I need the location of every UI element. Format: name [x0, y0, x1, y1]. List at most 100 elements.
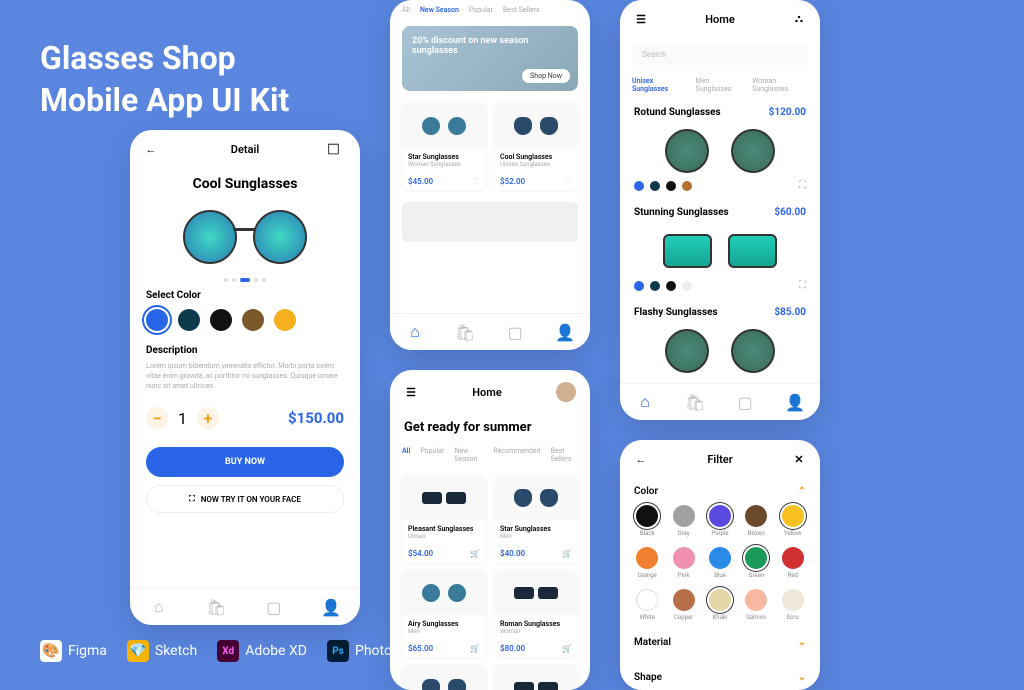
filter-color-option[interactable]: Purple	[707, 505, 733, 537]
nav-bookmark-icon[interactable]: ▢	[737, 394, 753, 410]
bookmark-icon[interactable]: ⃞	[332, 142, 346, 156]
tab[interactable]: Unisex Sunglasses	[632, 77, 686, 93]
cart-icon[interactable]: 🛒	[470, 549, 480, 558]
color-swatch[interactable]	[745, 547, 767, 569]
filter-color-option[interactable]: Copper	[670, 589, 696, 621]
product-list-item[interactable]: Stunning Sunglasses $60.00 ⛶	[620, 199, 820, 299]
color-swatch[interactable]	[782, 547, 804, 569]
back-icon[interactable]: ←	[144, 142, 158, 156]
heart-icon[interactable]: ♡	[565, 177, 572, 186]
color-swatch[interactable]	[634, 181, 644, 191]
filter-color-option[interactable]: Green	[743, 547, 769, 579]
filter-color-option[interactable]: Brown	[743, 505, 769, 537]
tab-best-sellers[interactable]: Best Sellers	[503, 6, 540, 14]
tab[interactable]: Popular	[420, 447, 444, 463]
nav-bag-icon[interactable]: 🛍	[457, 324, 473, 340]
color-swatch[interactable]	[745, 505, 767, 527]
nav-home-icon[interactable]: ⌂	[637, 394, 653, 410]
tab-new-season[interactable]: New Season	[420, 6, 459, 14]
nav-bag-icon[interactable]: 🛍	[687, 394, 703, 410]
color-swatch[interactable]	[673, 505, 695, 527]
promo-banner[interactable]: 20% discount on new season sunglasses Sh…	[402, 26, 578, 91]
color-swatch[interactable]	[666, 181, 676, 191]
product-card[interactable]: Clas Sunglasses 🛒	[494, 665, 578, 690]
filter-color-option[interactable]: Red	[780, 547, 806, 579]
color-swatch[interactable]	[709, 589, 731, 611]
color-swatch[interactable]	[782, 589, 804, 611]
nav-home-icon[interactable]: ⌂	[151, 599, 167, 615]
back-icon[interactable]: ←	[634, 452, 648, 466]
nav-bag-icon[interactable]: 🛍	[208, 599, 224, 615]
filter-color-option[interactable]: Salmon	[743, 589, 769, 621]
nav-bookmark-icon[interactable]: ▢	[266, 599, 282, 615]
search-input[interactable]: Search	[632, 44, 808, 65]
nav-home-icon[interactable]: ⌂	[407, 324, 423, 340]
filter-section-material[interactable]: Material⌄	[634, 637, 806, 648]
color-swatch[interactable]	[178, 309, 200, 331]
menu-icon[interactable]: ☰	[404, 385, 418, 399]
color-swatch[interactable]	[673, 547, 695, 569]
color-swatch[interactable]	[636, 547, 658, 569]
nav-profile-icon[interactable]: 👤	[557, 324, 573, 340]
qty-minus[interactable]: −	[146, 407, 168, 429]
tab-popular[interactable]: Popular	[469, 6, 493, 14]
filter-color-option[interactable]: Orange	[634, 547, 660, 579]
filter-color-option[interactable]: Blue	[707, 547, 733, 579]
color-swatch[interactable]	[650, 181, 660, 191]
shop-now-button[interactable]: Shop Now	[522, 69, 570, 83]
product-card[interactable]: Cool Sunglasses Unisex 🛒	[402, 665, 486, 690]
cart-icon[interactable]: 🛒	[562, 644, 572, 653]
color-swatch[interactable]	[636, 589, 658, 611]
filter-section-shape[interactable]: Shape⌄	[634, 672, 806, 683]
tab[interactable]: Recommended	[493, 447, 540, 463]
nav-profile-icon[interactable]: 👤	[787, 394, 803, 410]
product-card[interactable]: Pleasant Sunglasses Unisex $54.00 🛒	[402, 475, 486, 562]
filter-color-option[interactable]: Ecru	[780, 589, 806, 621]
color-swatch[interactable]	[146, 309, 168, 331]
qty-plus[interactable]: +	[197, 407, 219, 429]
color-swatch[interactable]	[636, 505, 658, 527]
product-card[interactable]: Cool Sunglasses Unisex Sunglasses $52.00…	[494, 103, 578, 190]
color-swatch[interactable]	[673, 589, 695, 611]
filter-section-color[interactable]: Color⌃	[634, 486, 806, 497]
color-swatch[interactable]	[634, 281, 644, 291]
tab[interactable]: Men Sunglasses	[696, 77, 743, 93]
color-swatch[interactable]	[682, 281, 692, 291]
avatar[interactable]	[556, 382, 576, 402]
buy-now-button[interactable]: BUY NOW	[146, 447, 344, 477]
cart-icon[interactable]: 🛒	[470, 644, 480, 653]
color-swatch[interactable]	[745, 589, 767, 611]
product-card[interactable]: Roman Sunglasses Woman $80.00 🛒	[494, 570, 578, 657]
heart-icon[interactable]: ♡	[473, 177, 480, 186]
color-swatch[interactable]	[682, 181, 692, 191]
close-icon[interactable]: ✕	[792, 452, 806, 466]
menu-icon[interactable]: ☰	[634, 12, 648, 26]
color-swatch[interactable]	[709, 505, 731, 527]
color-swatch[interactable]	[210, 309, 232, 331]
settings-icon[interactable]: ⛬	[792, 12, 806, 26]
tab[interactable]: Best Sellers	[551, 447, 578, 463]
try-on-button[interactable]: ⛶NOW TRY IT ON YOUR FACE	[146, 485, 344, 513]
nav-bookmark-icon[interactable]: ▢	[507, 324, 523, 340]
filter-color-option[interactable]: White	[634, 589, 660, 621]
product-card[interactable]: Airy Sunglasses Men $65.00 🛒	[402, 570, 486, 657]
filter-color-option[interactable]: Gray	[670, 505, 696, 537]
product-card[interactable]: Star Sunglasses Men $40.00 🛒	[494, 475, 578, 562]
product-card[interactable]: Star Sunglasses Woman Sunglasses $45.00 …	[402, 103, 486, 190]
filter-color-option[interactable]: Khaki	[707, 589, 733, 621]
cart-icon[interactable]: 🛒	[562, 549, 572, 558]
quantity-stepper[interactable]: − 1 +	[146, 407, 219, 429]
tab[interactable]: All	[402, 447, 410, 463]
tab[interactable]: New Season	[454, 447, 483, 463]
color-swatch[interactable]	[782, 505, 804, 527]
filter-color-option[interactable]: Pink	[670, 547, 696, 579]
product-list-item[interactable]: Flashy Sunglasses $85.00	[620, 299, 820, 388]
filter-color-option[interactable]: Yellow	[780, 505, 806, 537]
tab-all[interactable]: All	[402, 6, 410, 14]
filter-color-option[interactable]: Black	[634, 505, 660, 537]
color-swatch[interactable]	[274, 309, 296, 331]
color-swatch[interactable]	[709, 547, 731, 569]
scan-icon[interactable]: ⛶	[799, 180, 806, 191]
nav-profile-icon[interactable]: 👤	[323, 599, 339, 615]
scan-icon[interactable]: ⛶	[799, 280, 806, 291]
